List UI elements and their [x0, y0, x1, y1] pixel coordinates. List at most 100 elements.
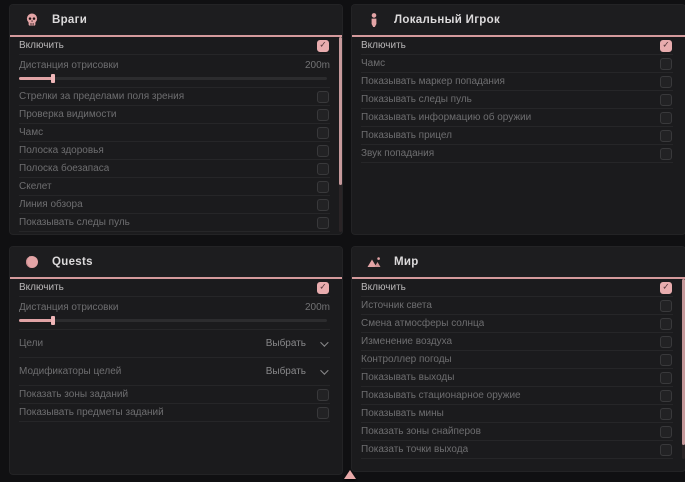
checkbox[interactable] [660, 390, 672, 402]
setting-label: Смена атмосферы солнца [361, 318, 484, 329]
panel-enemies: Враги Включить ✓ Дистанция отрисовки200m Ст… [10, 5, 342, 234]
settings-row: Изменение воздуха [361, 333, 673, 351]
settings-row: Смена атмосферы солнца [361, 315, 673, 333]
setting-label: Дистанция отрисовки [19, 60, 118, 71]
checkbox[interactable] [317, 91, 329, 103]
setting-label: Проверка видимости [19, 109, 117, 120]
checkbox[interactable]: ✓ [317, 40, 329, 52]
checkbox[interactable] [317, 199, 329, 211]
checkbox[interactable] [660, 372, 672, 384]
settings-row: Скелет [19, 178, 330, 196]
checkbox[interactable] [317, 407, 329, 419]
setting-label: Чамс [19, 127, 43, 138]
settings-row: Показывать прицел [361, 127, 673, 145]
setting-label: Модификаторы целей [19, 366, 121, 377]
setting-label: Стрелки за пределами поля зрения [19, 91, 184, 102]
slider-value: 200m [305, 302, 330, 313]
settings-row: Показать зоны заданий [19, 386, 330, 404]
checkbox[interactable]: ✓ [317, 282, 329, 294]
skull-icon [24, 12, 40, 28]
select-value: Выбрать [266, 366, 306, 377]
overlay-menu: Враги Включить✓Дистанция отрисовки200mСт… [0, 0, 685, 482]
setting-label: Показать зоны заданий [19, 389, 128, 400]
setting-label: Показывать стационарное оружие [361, 390, 521, 401]
setting-label: Показывать информацию об оружии [361, 112, 531, 123]
select-setting-row: ЦелиВыбрать [19, 330, 330, 358]
checkbox[interactable] [660, 336, 672, 348]
slider-label-line: Дистанция отрисовки200m [19, 57, 330, 73]
checkbox[interactable] [317, 109, 329, 121]
slider-setting-row: Дистанция отрисовки200m [19, 55, 330, 88]
setting-label: Включить [361, 282, 406, 293]
slider-track[interactable] [19, 77, 327, 80]
setting-label: Показать точки выхода [361, 444, 468, 455]
checkbox[interactable] [660, 426, 672, 438]
setting-label: Показывать маркер попадания [361, 76, 505, 87]
checkbox[interactable] [660, 444, 672, 456]
settings-row: Полоска боезапаса [19, 160, 330, 178]
checkbox[interactable] [317, 217, 329, 229]
checkbox[interactable] [660, 318, 672, 330]
setting-label: Изменение воздуха [361, 336, 452, 347]
checkbox[interactable] [660, 130, 672, 142]
panel-enemies-header: Враги [10, 5, 342, 35]
slider-thumb[interactable] [51, 74, 55, 83]
checkbox[interactable] [317, 181, 329, 193]
settings-row: Включить ✓ [361, 279, 673, 297]
slider-track[interactable] [19, 319, 327, 322]
setting-label: Линия обзора [19, 199, 83, 210]
settings-row: Показывать предметы заданий [19, 404, 330, 422]
checkbox[interactable] [317, 127, 329, 139]
slider-thumb[interactable] [51, 316, 55, 325]
settings-row: Линия обзора [19, 196, 330, 214]
setting-label: Включить [361, 40, 406, 51]
settings-row: Звук попадания [361, 145, 673, 163]
checkbox[interactable] [660, 408, 672, 420]
person-icon [366, 12, 382, 28]
settings-row: Источник света [361, 297, 673, 315]
panel-quests-body: Включить✓ Дистанция отрисовки 200m ЦелиВыбр… [10, 279, 342, 422]
checkbox[interactable] [317, 145, 329, 157]
checkbox[interactable]: ✓ [660, 40, 672, 52]
select-dropdown[interactable]: Выбрать [262, 363, 330, 380]
setting-label: Полоска боезапаса [19, 163, 109, 174]
scrollbar[interactable] [339, 37, 342, 232]
checkmark-icon: ✓ [662, 41, 670, 50]
quest-orb-icon [24, 254, 40, 270]
panel-quests-header: Quests [10, 247, 342, 277]
setting-label: Скелет [19, 181, 52, 192]
settings-row: Стрелки за пределами поля зрения [19, 88, 330, 106]
settings-row: Показывать маркер попадания [361, 73, 673, 91]
settings-row: Показывать выходы [361, 369, 673, 387]
checkbox[interactable]: ✓ [660, 282, 672, 294]
chevron-down-icon [320, 366, 328, 374]
setting-label: Дистанция отрисовки [19, 302, 118, 313]
panel-world: Мир Включить ✓ Источник света Смена атмосфе… [352, 247, 685, 471]
setting-label: Показывать предметы заданий [19, 407, 164, 418]
settings-row: Чамс [19, 124, 330, 142]
setting-label: Показывать следы пуль [19, 217, 130, 228]
panel-world-body: Включить ✓ Источник света Смена атмосферы с… [352, 279, 685, 459]
checkbox[interactable] [660, 94, 672, 106]
panel-enemies-body: Включить ✓ Дистанция отрисовки200m Стрелки … [10, 37, 342, 232]
slider-setting-row: Дистанция отрисовки 200m [19, 297, 330, 330]
select-dropdown[interactable]: Выбрать [262, 335, 330, 352]
panel-local-player: Локальный Игрок Включить ✓ Чамс Показывать … [352, 5, 685, 234]
checkbox[interactable] [660, 76, 672, 88]
checkbox[interactable] [317, 163, 329, 175]
checkbox[interactable] [660, 148, 672, 160]
scrollbar-thumb[interactable] [339, 37, 342, 185]
panel-title: Мир [394, 256, 419, 268]
checkbox[interactable] [660, 354, 672, 366]
settings-row: Чамс [361, 55, 673, 73]
checkbox[interactable] [317, 389, 329, 401]
settings-row: Включить✓ [19, 279, 330, 297]
checkbox[interactable] [660, 112, 672, 124]
setting-label: Включить [19, 40, 64, 51]
checkbox[interactable] [660, 58, 672, 70]
setting-label: Показать зоны снайперов [361, 426, 481, 437]
setting-label: Чамс [361, 58, 385, 69]
panel-local-player-header: Локальный Игрок [352, 5, 685, 35]
checkbox[interactable] [660, 300, 672, 312]
settings-row: Контроллер погоды [361, 351, 673, 369]
